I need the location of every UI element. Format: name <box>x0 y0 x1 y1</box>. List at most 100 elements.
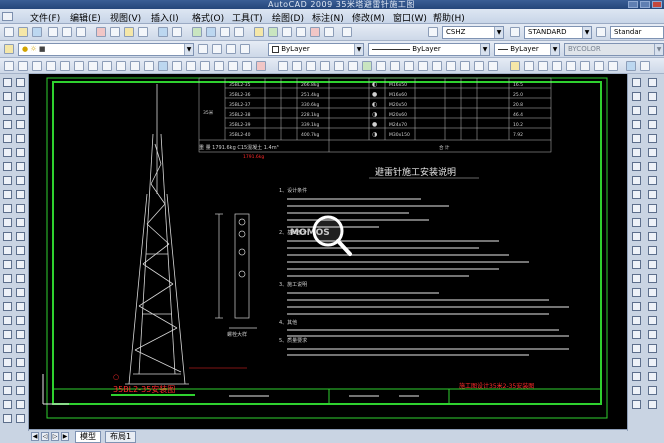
ucs-icon[interactable] <box>632 78 641 87</box>
draw-region-icon[interactable] <box>3 302 12 311</box>
gradient-icon[interactable] <box>214 61 224 71</box>
menu-insert[interactable]: 插入(I) <box>151 11 179 24</box>
copy-icon[interactable] <box>110 27 120 37</box>
new-icon[interactable] <box>4 27 14 37</box>
revcloud-icon[interactable] <box>102 61 112 71</box>
zoom-icon[interactable] <box>3 358 12 367</box>
table-style-select[interactable]: Standar <box>610 26 664 39</box>
snap-nearest-icon[interactable] <box>608 61 618 71</box>
snap-settings-icon[interactable] <box>626 61 636 71</box>
draw-mtext-icon[interactable] <box>3 330 12 339</box>
array-icon[interactable] <box>16 134 25 143</box>
center-mark-icon[interactable] <box>446 61 456 71</box>
make-current-layer-icon[interactable] <box>198 44 208 54</box>
print-icon[interactable] <box>48 27 58 37</box>
draw-xline-icon[interactable] <box>3 92 12 101</box>
conceptual-icon[interactable] <box>632 316 641 325</box>
snap-node-icon[interactable] <box>16 400 25 409</box>
dim-style-icon[interactable] <box>510 27 520 37</box>
free-orbit-icon[interactable] <box>648 232 657 241</box>
snap-endpoint-left-icon[interactable] <box>16 344 25 353</box>
menu-edit[interactable]: 编辑(E) <box>70 11 101 24</box>
union-icon[interactable] <box>648 372 657 381</box>
draw-text-icon[interactable] <box>3 344 12 353</box>
snap-quadrant-left-icon[interactable] <box>16 386 25 395</box>
markup-icon[interactable] <box>310 27 320 37</box>
menu-tools[interactable]: 工具(T) <box>232 11 263 24</box>
join-icon[interactable] <box>16 260 25 269</box>
dim-edit-icon[interactable] <box>460 61 470 71</box>
save-icon[interactable] <box>32 27 42 37</box>
view-left-icon[interactable] <box>648 106 657 115</box>
snap-none-icon[interactable] <box>640 61 650 71</box>
dim-aligned-icon[interactable] <box>292 61 302 71</box>
realistic-icon[interactable] <box>632 302 641 311</box>
view-nw-iso-icon[interactable] <box>648 204 657 213</box>
snap-tangent-icon[interactable] <box>580 61 590 71</box>
menu-window[interactable]: 窗口(W) <box>393 11 427 24</box>
visual-style-icon[interactable] <box>632 260 641 269</box>
draw-hatch-icon[interactable] <box>3 274 12 283</box>
ucs-y-icon[interactable] <box>632 218 641 227</box>
view-sw-iso-icon[interactable] <box>648 162 657 171</box>
snap-nearest-left-icon[interactable] <box>16 414 25 423</box>
trim-icon[interactable] <box>16 204 25 213</box>
continuous-orbit-icon[interactable] <box>648 246 657 255</box>
undo-icon[interactable] <box>158 27 168 37</box>
dim-angular-icon[interactable] <box>362 61 372 71</box>
zoom-out-icon[interactable] <box>3 386 12 395</box>
scale-icon[interactable] <box>16 176 25 185</box>
view-se-iso-icon[interactable] <box>648 176 657 185</box>
help-icon[interactable] <box>342 27 352 37</box>
tab-model[interactable]: 模型 <box>75 431 101 443</box>
dim-ordinate-icon[interactable] <box>320 61 330 71</box>
plotstyle-select[interactable]: BYCOLOR ▼ <box>564 43 664 56</box>
ucs-x-icon[interactable] <box>632 204 641 213</box>
mtext-icon[interactable] <box>256 61 266 71</box>
draw-gradient-icon[interactable] <box>3 288 12 297</box>
menu-file[interactable]: 文件(F) <box>30 11 60 24</box>
circle-icon[interactable] <box>88 61 98 71</box>
publish-icon[interactable] <box>76 27 86 37</box>
view-top-icon[interactable] <box>648 78 657 87</box>
menu-draw[interactable]: 绘图(D) <box>272 11 304 24</box>
explode-icon[interactable] <box>16 302 25 311</box>
ucs-apply-icon[interactable] <box>632 246 641 255</box>
ucs-origin-icon[interactable] <box>632 162 641 171</box>
snap-quadrant-icon[interactable] <box>566 61 576 71</box>
wedge-icon[interactable] <box>632 386 641 395</box>
open-icon[interactable] <box>18 27 28 37</box>
qleader-icon[interactable] <box>418 61 428 71</box>
break-at-point-icon[interactable] <box>16 232 25 241</box>
snap-midpoint-left-icon[interactable] <box>16 358 25 367</box>
dim-style-select[interactable]: STANDARD ▼ <box>524 26 592 39</box>
draw-line-icon[interactable] <box>3 78 12 87</box>
layer-walk-icon[interactable] <box>240 44 250 54</box>
ucs-world-icon[interactable] <box>632 92 641 101</box>
ucs-object-icon[interactable] <box>632 134 641 143</box>
snap-center-icon[interactable] <box>552 61 562 71</box>
menu-format[interactable]: 格式(O) <box>192 11 224 24</box>
draw-ellipse-arc-icon[interactable] <box>3 218 12 227</box>
tab-layout1[interactable]: 布局1 <box>105 431 137 443</box>
first-tab-icon[interactable]: ◀ <box>31 432 39 441</box>
draw-spline-icon[interactable] <box>3 190 12 199</box>
draw-rectangle-icon[interactable] <box>3 134 12 143</box>
ellipse-arc-icon[interactable] <box>144 61 154 71</box>
erase-icon[interactable] <box>16 78 25 87</box>
text-style-select[interactable]: CSHZ ▼ <box>442 26 504 39</box>
draw-block-icon[interactable] <box>3 246 12 255</box>
extend-icon[interactable] <box>16 218 25 227</box>
box-icon[interactable] <box>632 330 641 339</box>
baseline-dim-icon[interactable] <box>390 61 400 71</box>
draw-pline-icon[interactable] <box>3 106 12 115</box>
zoom-extents-icon[interactable] <box>3 414 12 423</box>
cone-icon[interactable] <box>632 372 641 381</box>
make-block-icon[interactable] <box>172 61 182 71</box>
dim-diameter-icon[interactable] <box>348 61 358 71</box>
table-icon[interactable] <box>242 61 252 71</box>
view-right-icon[interactable] <box>648 120 657 129</box>
mirror-icon[interactable] <box>16 106 25 115</box>
rotate-icon[interactable] <box>16 162 25 171</box>
region-icon[interactable] <box>228 61 238 71</box>
